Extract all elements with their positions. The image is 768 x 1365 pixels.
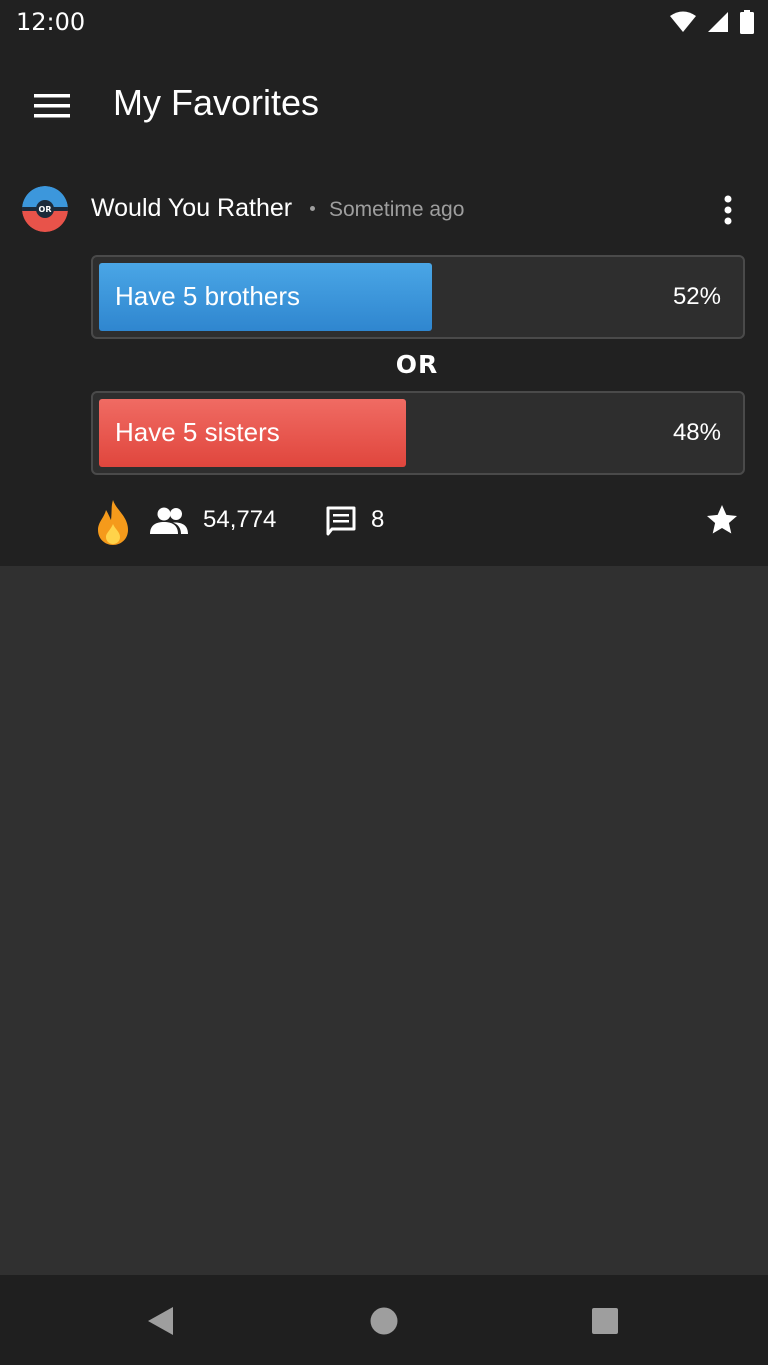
post-time: Sometime ago [329,198,465,221]
separator-dot [310,206,315,211]
signal-icon [708,12,728,32]
wifi-icon [670,11,696,32]
option-b[interactable]: Have 5 sisters 48% [91,391,745,475]
status-bar: 12:00 [0,0,768,48]
option-b-label: Have 5 sisters [115,417,280,447]
system-nav-bar [0,1275,768,1365]
svg-text:OR: OR [39,205,52,214]
home-icon [370,1307,398,1335]
menu-button[interactable] [22,76,82,136]
users-icon[interactable] [149,506,189,536]
voters-count: 54,774 [203,506,277,533]
battery-icon [740,10,754,34]
status-time: 12:00 [16,8,86,36]
option-a[interactable]: Have 5 brothers 52% [91,255,745,339]
nav-back-button[interactable] [142,1303,178,1339]
source-name[interactable]: Would You Rather [91,194,292,223]
back-icon [148,1307,173,1335]
nav-recent-button[interactable] [587,1303,623,1339]
fire-icon [98,500,128,545]
comment-count[interactable]: 8 [371,506,384,534]
option-b-percent: 48% [672,419,721,446]
app-bar: My Favorites [0,48,768,166]
more-vert-icon [724,195,732,225]
option-a-label: Have 5 brothers [115,281,300,311]
nav-home-button[interactable] [366,1303,402,1339]
star-icon[interactable] [704,502,740,538]
menu-icon [34,94,70,118]
or-divider: OR [395,350,439,379]
source-avatar[interactable]: OR [22,186,68,232]
comment-icon[interactable] [325,506,357,538]
option-a-percent: 52% [672,283,721,310]
page-title: My Favorites [113,82,320,123]
status-icons [670,10,754,34]
more-options-button[interactable] [712,190,744,230]
recent-apps-icon [592,1308,618,1334]
either-logo-icon: OR [22,186,68,232]
card-stats: 54,774 8 [0,496,768,546]
question-card[interactable]: OR Would You Rather Sometime ago Have 5 … [0,166,768,566]
